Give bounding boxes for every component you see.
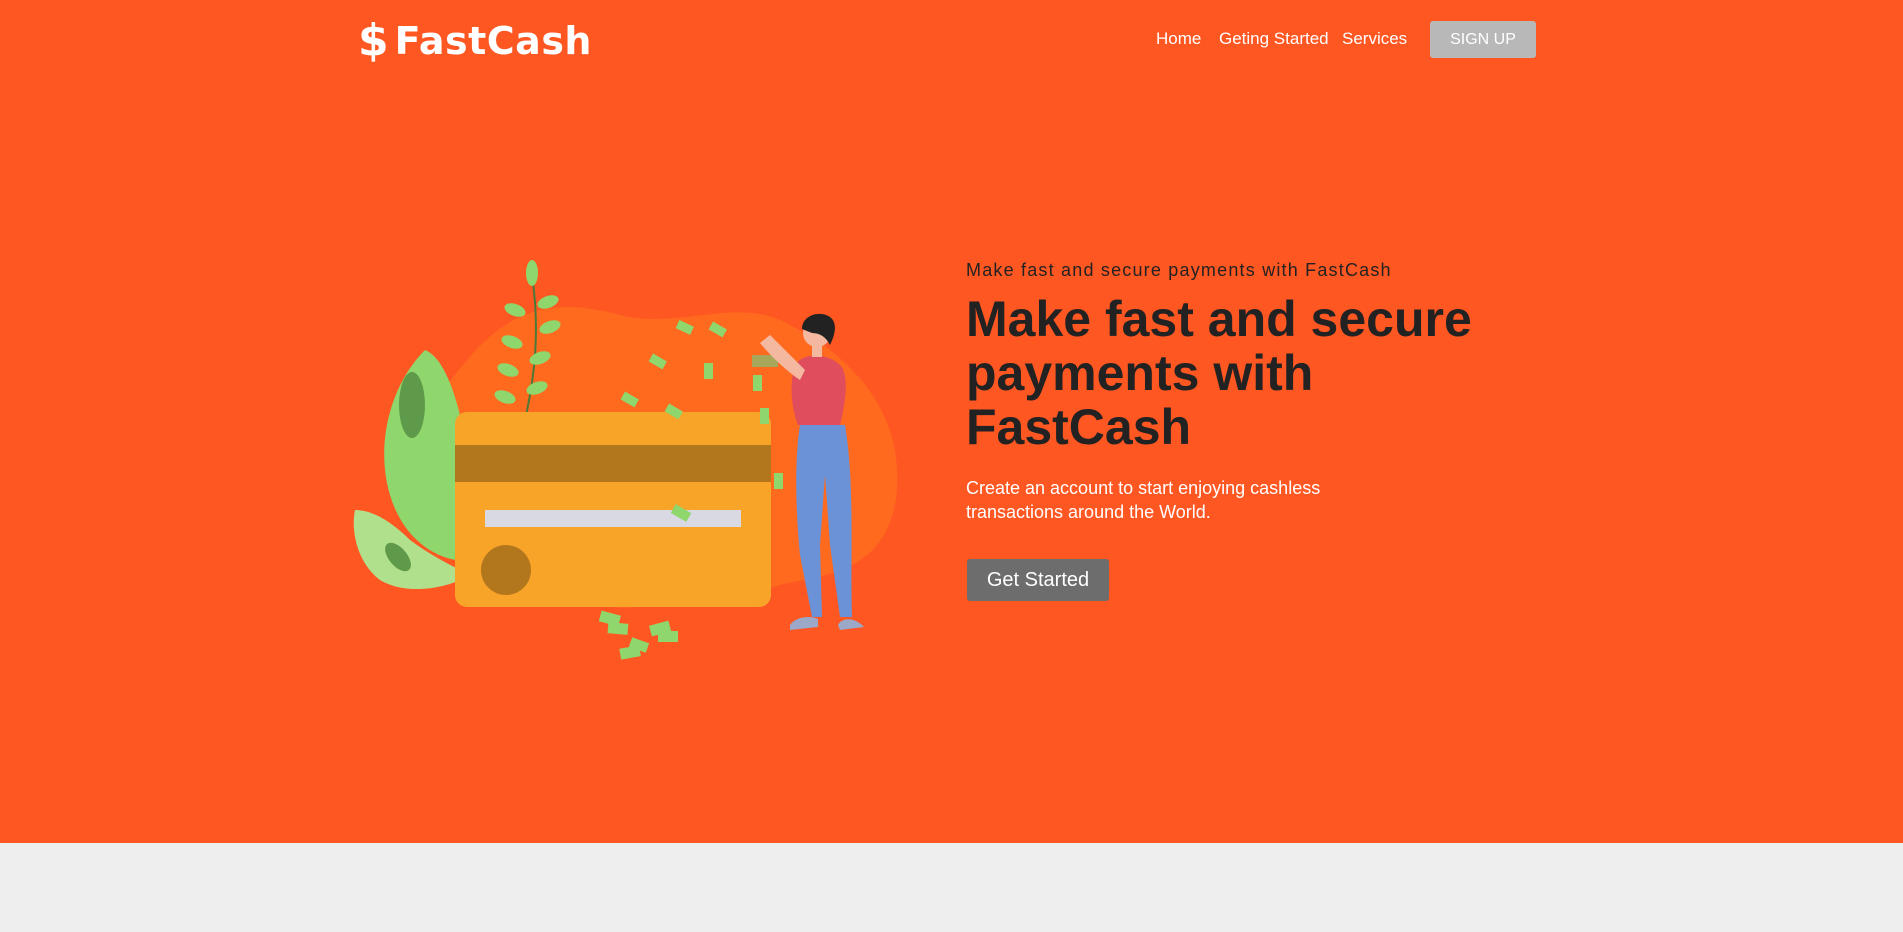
hero-section: $ FastCash Home Geting Started Services … [0, 0, 1903, 843]
get-started-button[interactable]: Get Started [967, 559, 1109, 601]
card-stripe [455, 445, 771, 482]
card-chip [481, 545, 531, 595]
hero-subtext: Create an account to start enjoying cash… [966, 478, 1321, 522]
brand-logo[interactable]: $ FastCash [358, 16, 592, 66]
brand-name: FastCash [394, 19, 592, 63]
next-section [0, 843, 1903, 932]
hero-headline: Make fast and secure payments with FastC… [966, 291, 1472, 455]
nav-link-home[interactable]: Home [1156, 28, 1201, 50]
signup-button[interactable]: SIGN UP [1430, 21, 1536, 58]
nav-link-getting-started[interactable]: Geting Started [1219, 28, 1329, 50]
payment-illustration [353, 260, 898, 660]
nav-link-services[interactable]: Services [1342, 28, 1407, 50]
leaf-spot-1 [399, 372, 425, 438]
dollar-icon: $ [358, 15, 389, 66]
hero-kicker: Make fast and secure payments with FastC… [966, 260, 1392, 280]
card-signature-bar [485, 510, 741, 527]
